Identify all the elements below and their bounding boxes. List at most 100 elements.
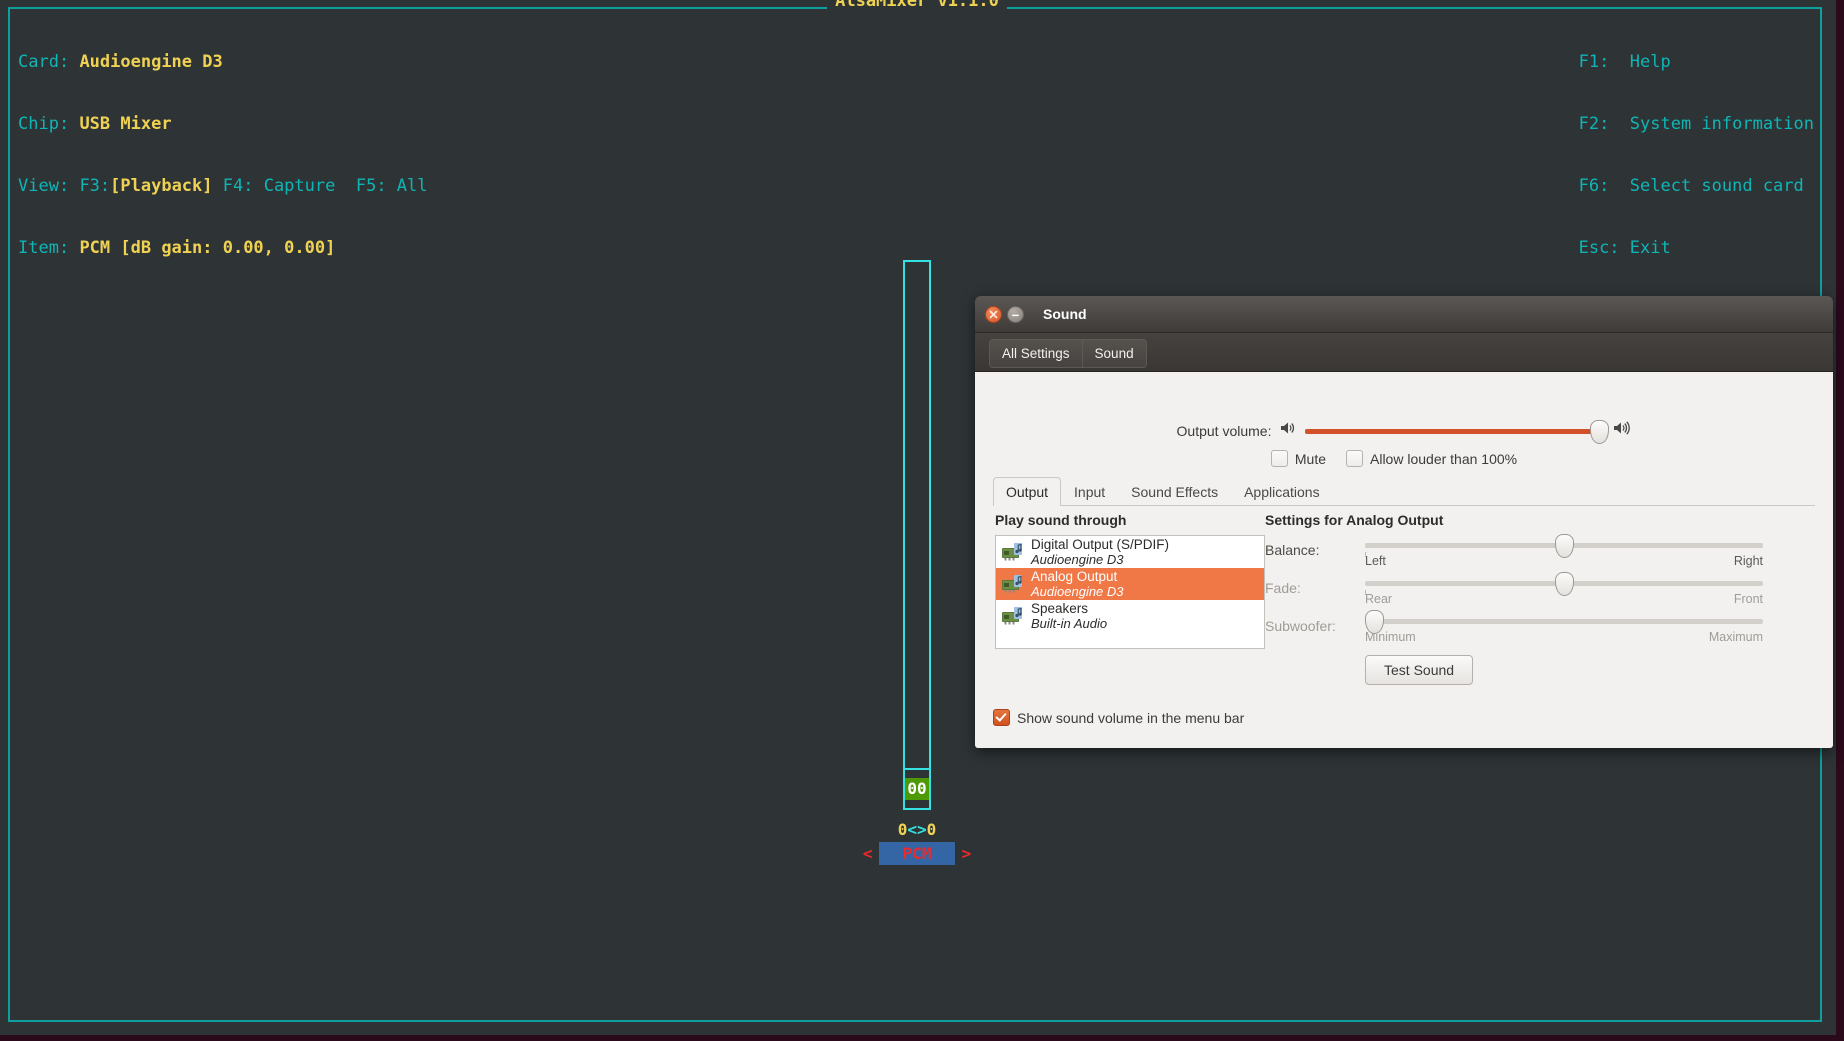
list-item[interactable]: Digital Output (S/PDIF) Audioengine D3 bbox=[996, 536, 1264, 568]
balance-tick-left bbox=[1365, 552, 1366, 557]
device-name: Analog Output bbox=[1031, 569, 1118, 584]
window-titlebar[interactable]: Sound bbox=[975, 296, 1833, 333]
close-icon[interactable] bbox=[985, 305, 1002, 323]
settings-section: Settings for Analog Output Balance: Left… bbox=[1265, 512, 1813, 685]
minimize-icon[interactable] bbox=[1007, 305, 1024, 323]
list-item[interactable]: Analog Output Audioengine D3 bbox=[996, 568, 1264, 600]
channel-name[interactable]: PCM bbox=[878, 842, 956, 865]
fade-slider-handle[interactable] bbox=[1555, 572, 1574, 596]
balance-arrows: <> bbox=[907, 820, 927, 839]
all-settings-button[interactable]: All Settings bbox=[990, 340, 1083, 367]
fade-slider[interactable]: Rear Front bbox=[1365, 572, 1763, 606]
allow-louder-checkbox-item[interactable]: Allow louder than 100% bbox=[1346, 450, 1517, 467]
show-volume-menubar-checkbox[interactable] bbox=[993, 709, 1010, 726]
alsamixer-title: AlsaMixer v1.1.0 bbox=[8, 0, 1826, 11]
sound-card-icon bbox=[1001, 573, 1025, 595]
output-volume-slider[interactable] bbox=[1305, 419, 1610, 444]
subwoofer-track bbox=[1365, 619, 1763, 624]
device-sub: Built-in Audio bbox=[1031, 616, 1108, 631]
next-channel-arrow-icon[interactable]: > bbox=[955, 844, 977, 863]
volume-readout-box: 00 bbox=[903, 770, 931, 810]
device-texts: Digital Output (S/PDIF) Audioengine D3 bbox=[1031, 537, 1169, 567]
fade-track-wrap bbox=[1365, 572, 1763, 596]
tab-applications[interactable]: Applications bbox=[1231, 477, 1333, 506]
item-row: Item: PCM [dB gain: 0.00, 0.00] bbox=[18, 238, 428, 259]
play-sound-through-section: Play sound through Digital Output (S/PDI… bbox=[995, 512, 1265, 649]
show-volume-menubar-row[interactable]: Show sound volume in the menu bar bbox=[993, 709, 1244, 726]
subwoofer-row: Subwoofer: Minimum Maximum bbox=[1265, 610, 1813, 644]
fade-left-label: Rear bbox=[1365, 592, 1393, 606]
fade-row: Fade: Rear Front bbox=[1265, 572, 1813, 606]
fade-label: Fade: bbox=[1265, 580, 1301, 596]
help-item-f6[interactable]: F6: Select sound card bbox=[1579, 176, 1814, 197]
output-volume-row: Output volume: bbox=[975, 419, 1833, 444]
mute-checkbox[interactable] bbox=[1270, 450, 1288, 467]
card-row: Card: Audioengine D3 bbox=[18, 52, 428, 73]
device-texts: Analog Output Audioengine D3 bbox=[1031, 569, 1124, 599]
test-sound-button[interactable]: Test Sound bbox=[1365, 655, 1474, 685]
show-volume-menubar-label: Show sound volume in the menu bar bbox=[1017, 709, 1245, 726]
mute-label: Mute bbox=[1294, 450, 1326, 467]
sound-card-icon bbox=[1001, 541, 1025, 563]
dialog-tabs: Output Input Sound Effects Applications bbox=[993, 476, 1815, 506]
alsamixer-header-left: Card: Audioengine D3 Chip: USB Mixer Vie… bbox=[18, 11, 428, 299]
subwoofer-label: Subwoofer: bbox=[1265, 618, 1336, 634]
volume-slider-handle[interactable] bbox=[1590, 419, 1610, 444]
help-item-f1[interactable]: F1: Help bbox=[1579, 52, 1814, 73]
subwoofer-slider-handle[interactable] bbox=[1365, 610, 1384, 634]
screen: AlsaMixer v1.1.0 Card: Audioengine D3 Ch… bbox=[0, 0, 1844, 1041]
help-item-f2[interactable]: F2: System information bbox=[1579, 114, 1814, 135]
device-name: Speakers bbox=[1031, 601, 1089, 616]
view-label: View: bbox=[18, 175, 70, 196]
device-sub: Audioengine D3 bbox=[1031, 584, 1124, 599]
volume-value: 00 bbox=[905, 778, 929, 800]
tab-output[interactable]: Output bbox=[993, 477, 1062, 506]
sound-settings-window: Sound All Settings Sound Output volume: bbox=[975, 296, 1833, 748]
card-value: Audioengine D3 bbox=[79, 52, 223, 73]
balance-track-wrap bbox=[1365, 534, 1763, 558]
tab-sound-effects[interactable]: Sound Effects bbox=[1118, 477, 1231, 506]
item-label: Item: bbox=[18, 237, 70, 258]
channel-name-row: < PCM > bbox=[853, 842, 981, 865]
settings-title: Settings for Analog Output bbox=[1265, 512, 1444, 528]
chip-row: Chip: USB Mixer bbox=[18, 114, 428, 135]
subwoofer-endpoints: Minimum Maximum bbox=[1365, 630, 1763, 644]
dialog-body: Output volume: Mute Allow louder than 10… bbox=[975, 372, 1833, 748]
window-toolbar: All Settings Sound bbox=[975, 333, 1833, 372]
fade-right-label: Front bbox=[1733, 592, 1763, 606]
balance-slider-handle[interactable] bbox=[1555, 534, 1574, 558]
tab-input[interactable]: Input bbox=[1061, 477, 1118, 506]
list-item[interactable]: Speakers Built-in Audio bbox=[996, 600, 1264, 632]
chip-value: USB Mixer bbox=[79, 113, 172, 134]
alsamixer-title-text: AlsaMixer v1.1.0 bbox=[827, 0, 1007, 11]
speaker-high-icon bbox=[1612, 420, 1631, 441]
balance-slider[interactable]: Left Right bbox=[1365, 534, 1763, 568]
allow-louder-label: Allow louder than 100% bbox=[1370, 450, 1518, 467]
balance-right-label: Right bbox=[1733, 554, 1763, 568]
allow-louder-checkbox[interactable] bbox=[1346, 450, 1363, 467]
balance-label: Balance: bbox=[1265, 542, 1320, 558]
window-title: Sound bbox=[1043, 306, 1087, 322]
alsamixer-help-list: F1: Help F2: System information F6: Sele… bbox=[1579, 11, 1814, 299]
view-f3-value[interactable]: [Playback] bbox=[110, 176, 212, 196]
balance-left: 0 bbox=[897, 820, 908, 839]
balance-right: 0 bbox=[926, 820, 937, 839]
view-f4-key[interactable]: F4: Capture bbox=[223, 176, 336, 196]
prev-channel-arrow-icon[interactable]: < bbox=[857, 844, 879, 863]
toolbar-button-group: All Settings Sound bbox=[989, 339, 1147, 368]
view-f3-key[interactable]: F3: bbox=[79, 176, 110, 196]
subwoofer-right-label: Maximum bbox=[1708, 630, 1763, 644]
view-f5-key[interactable]: F5: All bbox=[356, 176, 428, 196]
volume-bar[interactable] bbox=[903, 260, 931, 770]
channel-balance: 0<>0 bbox=[889, 820, 945, 839]
help-item-esc[interactable]: Esc: Exit bbox=[1579, 238, 1814, 259]
output-device-list[interactable]: Digital Output (S/PDIF) Audioengine D3 A… bbox=[995, 535, 1265, 649]
subwoofer-slider[interactable]: Minimum Maximum bbox=[1365, 610, 1763, 644]
speaker-low-icon bbox=[1279, 420, 1296, 441]
sound-button[interactable]: Sound bbox=[1082, 340, 1146, 367]
subwoofer-track-wrap bbox=[1365, 610, 1763, 634]
volume-options-row: Mute Allow louder than 100% bbox=[975, 450, 1833, 467]
device-name: Digital Output (S/PDIF) bbox=[1031, 537, 1170, 552]
mute-checkbox-item[interactable]: Mute bbox=[1270, 450, 1326, 467]
output-volume-label: Output volume: bbox=[1176, 422, 1272, 439]
